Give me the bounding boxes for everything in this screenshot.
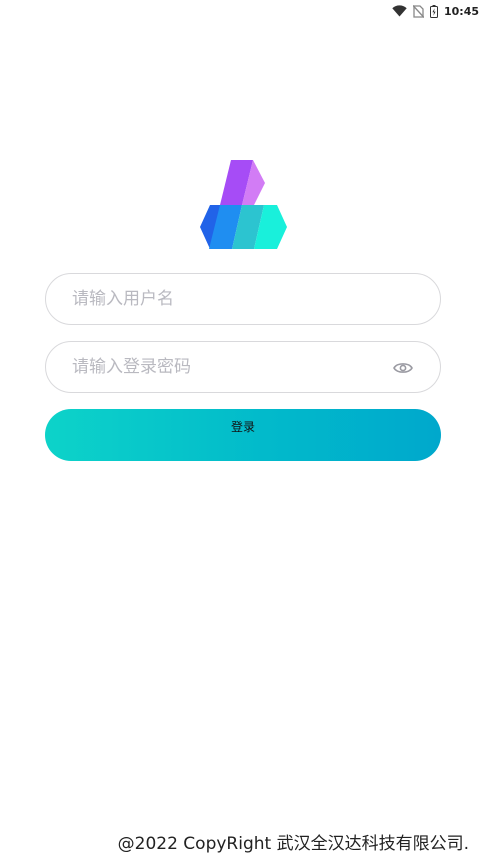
username-field[interactable] <box>45 273 441 325</box>
username-input[interactable] <box>72 289 414 309</box>
brand-logo <box>197 157 289 251</box>
copyright-text: @2022 CopyRight 武汉全汉达科技有限公司. <box>117 834 469 854</box>
no-sim-icon <box>412 4 424 18</box>
login-screen: 10:45 登录 @2022 CopyRight 武汉全汉达科技有限公司. <box>0 0 486 864</box>
wifi-icon <box>392 5 407 17</box>
login-button[interactable]: 登录 <box>45 409 441 461</box>
password-field[interactable] <box>45 341 441 393</box>
password-input[interactable] <box>72 357 414 377</box>
eye-icon[interactable] <box>392 357 414 379</box>
battery-charging-icon <box>429 4 438 18</box>
status-time: 10:45 <box>443 4 479 18</box>
status-bar: 10:45 <box>0 0 486 22</box>
